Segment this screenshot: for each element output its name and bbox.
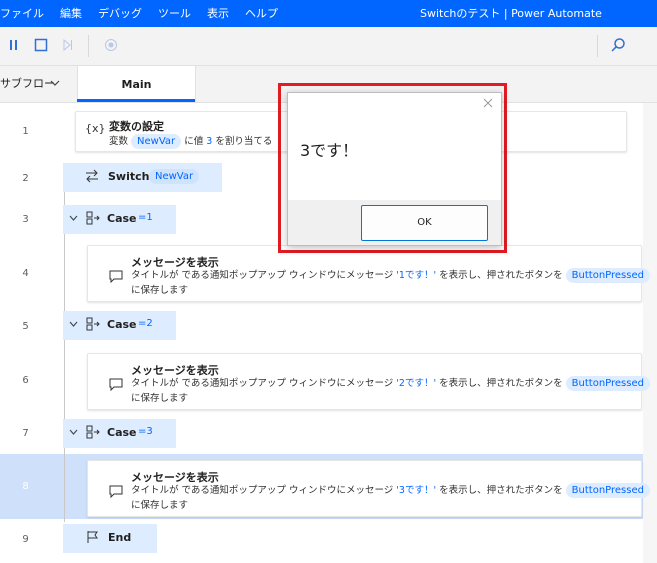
action-end[interactable]: End (63, 524, 157, 553)
line-number: 3 (22, 214, 29, 225)
menu-tools[interactable]: ツール (150, 0, 199, 27)
action-description: タイトルが である通知ポップアップ ウィンドウにメッセージ '2です！' を表示… (131, 375, 650, 391)
line-number: 7 (22, 428, 29, 439)
record-icon[interactable] (104, 38, 118, 56)
line-number: 8 (22, 481, 29, 492)
variable-token: ButtonPressed (565, 483, 650, 498)
pause-icon[interactable] (9, 38, 19, 56)
line-number: 5 (22, 321, 29, 332)
action-switch[interactable]: Switch NewVar (63, 163, 222, 192)
action-title: End (108, 531, 132, 544)
line-number: 9 (22, 534, 29, 545)
chevron-down-icon[interactable] (69, 318, 78, 331)
line-number: 1 (22, 126, 29, 137)
menu-bar: ファイル 編集 デバッグ ツール 表示 ヘルプ (0, 0, 286, 27)
action-description: 変数 NewVar に値 3 を割り当てる (109, 134, 273, 149)
case-condition: =1 (138, 212, 153, 223)
block-connector (64, 192, 65, 522)
message-icon (109, 485, 123, 501)
action-show-message-3[interactable]: メッセージを表示 タイトルが である通知ポップアップ ウィンドウにメッセージ '… (87, 460, 650, 517)
menu-edit[interactable]: 編集 (52, 0, 90, 27)
action-title: 変数の設定 (109, 120, 164, 133)
menu-file[interactable]: ファイル (0, 0, 52, 27)
action-case-3[interactable]: Case =3 (63, 419, 176, 448)
action-description: タイトルが である通知ポップアップ ウィンドウにメッセージ '1です！' を表示… (131, 267, 650, 283)
case-icon (86, 425, 100, 442)
switch-icon (85, 169, 99, 186)
close-icon[interactable] (483, 97, 493, 112)
message-dialog: 3です！ OK (287, 92, 502, 246)
line-number: 6 (22, 375, 29, 386)
menu-view[interactable]: 表示 (199, 0, 237, 27)
chevron-down-icon[interactable] (69, 212, 78, 225)
line-number: 4 (22, 268, 29, 279)
toolbar-separator (597, 35, 598, 57)
case-condition: =3 (138, 426, 153, 437)
variable-icon: {x} (85, 122, 106, 135)
variable-token: ButtonPressed (565, 268, 650, 283)
window-title: Switchのテスト | Power Automate (420, 7, 602, 20)
message-icon (109, 378, 123, 394)
case-icon (86, 211, 100, 228)
variable-token: ButtonPressed (565, 376, 650, 391)
menu-help[interactable]: ヘルプ (237, 0, 286, 27)
dialog-message: 3です！ (300, 141, 359, 160)
action-description: タイトルが である通知ポップアップ ウィンドウにメッセージ '3です！' を表示… (131, 482, 650, 498)
tab-main[interactable]: Main (77, 66, 196, 102)
chevron-down-icon[interactable] (69, 426, 78, 439)
variable-token: NewVar (131, 134, 182, 149)
flag-icon (86, 530, 100, 547)
subflows-dropdown[interactable]: サブフロー (0, 66, 77, 102)
tab-main-indicator (77, 99, 195, 102)
action-title: Switch (108, 170, 150, 183)
action-title: Case (107, 426, 137, 439)
ok-button[interactable]: OK (361, 205, 488, 241)
action-show-message-1[interactable]: メッセージを表示 タイトルが である通知ポップアップ ウィンドウにメッセージ '… (87, 245, 650, 302)
action-title: Case (107, 212, 137, 225)
toolbar (0, 27, 657, 66)
action-title: Case (107, 318, 137, 331)
action-case-1[interactable]: Case =1 (63, 205, 176, 234)
menu-debug[interactable]: デバッグ (90, 0, 150, 27)
action-show-message-2[interactable]: メッセージを表示 タイトルが である通知ポップアップ ウィンドウにメッセージ '… (87, 353, 650, 410)
search-icon[interactable] (610, 37, 626, 57)
message-icon (109, 270, 123, 286)
variable-token: NewVar (149, 169, 200, 184)
case-condition: =2 (138, 318, 153, 329)
chevron-down-icon[interactable] (50, 66, 60, 102)
stop-icon[interactable] (34, 38, 48, 56)
case-icon (86, 317, 100, 334)
line-number: 2 (22, 173, 29, 184)
toolbar-separator (88, 35, 89, 57)
action-case-2[interactable]: Case =2 (63, 311, 176, 340)
step-icon[interactable] (62, 38, 74, 56)
